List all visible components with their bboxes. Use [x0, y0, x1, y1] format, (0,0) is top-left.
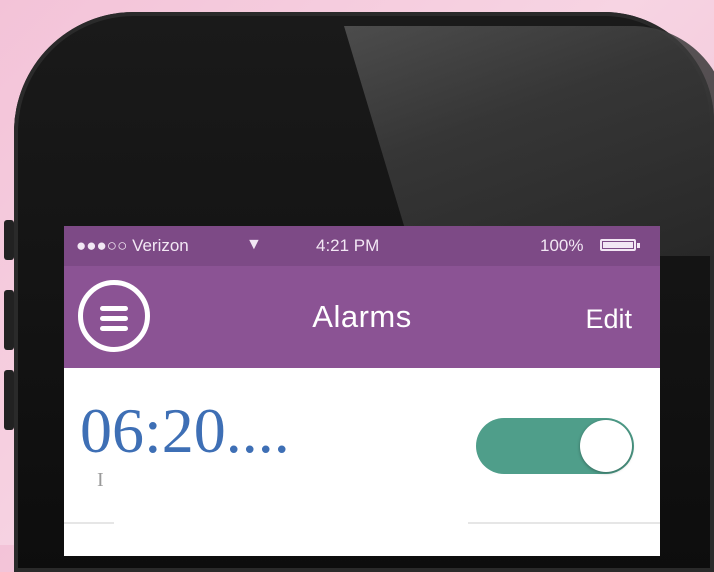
carrier-label: ●●●○○ Verizon: [76, 236, 189, 255]
status-time: 4:21 PM: [316, 236, 380, 255]
alarm-label: I: [97, 469, 104, 491]
app-screen: ●●●○○ Verizon ▼ 4:21 PM 100% Alarms Edit…: [64, 226, 660, 556]
divider: [468, 522, 660, 524]
nav-bar: Alarms Edit: [64, 266, 660, 368]
wifi-icon: ▼: [246, 236, 262, 253]
page-title: Alarms: [312, 299, 412, 334]
edit-button[interactable]: Edit: [585, 304, 632, 335]
divider: [64, 522, 114, 524]
side-button: [4, 370, 14, 430]
status-bar: ●●●○○ Verizon ▼ 4:21 PM 100%: [64, 226, 660, 266]
battery-percent: 100%: [540, 236, 584, 255]
alarm-toggle[interactable]: [476, 418, 634, 474]
side-button: [4, 220, 14, 260]
toggle-knob: [580, 420, 632, 472]
alarm-time[interactable]: 06:20....: [80, 394, 290, 468]
side-button: [4, 290, 14, 350]
battery-icon: [600, 239, 640, 251]
battery-fill: [603, 242, 633, 248]
screen-glare: [344, 26, 714, 256]
